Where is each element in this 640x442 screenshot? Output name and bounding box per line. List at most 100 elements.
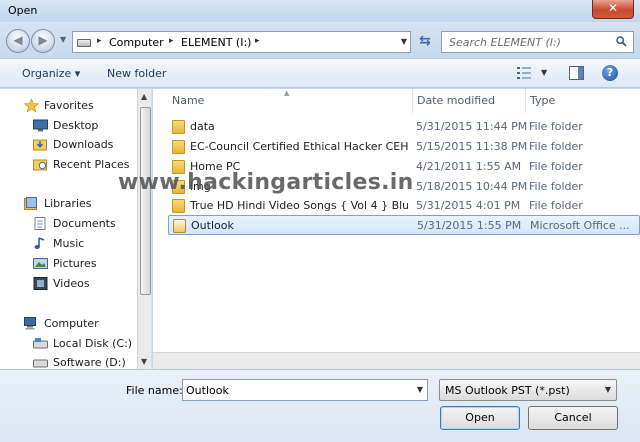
file-type: File folder: [529, 199, 583, 212]
breadcrumb-computer[interactable]: Computer: [109, 36, 164, 49]
nav-item-label: Downloads: [53, 138, 114, 151]
nav-item-label: Videos: [53, 277, 90, 290]
downloads-icon: [33, 139, 47, 151]
scroll-up-icon[interactable]: ▲: [141, 92, 147, 101]
libraries-icon: [24, 197, 37, 210]
search-icon[interactable]: [616, 36, 627, 47]
address-bar[interactable]: ▸ Computer ▸ ELEMENT (I:) ▸ ▼: [72, 31, 411, 53]
breadcrumb-separator-icon[interactable]: ▸: [255, 36, 260, 46]
column-header-name[interactable]: Name: [153, 89, 413, 113]
column-header-label: Name: [172, 94, 205, 107]
recent-pages-dropdown[interactable]: ▼: [60, 35, 66, 44]
file-type-select[interactable]: MS Outlook PST (*.pst) ▼: [439, 379, 617, 401]
file-date: 5/18/2015 10:44 PM: [416, 180, 528, 193]
nav-item-label: Computer: [44, 317, 99, 330]
file-list-horizontal-scrollbar[interactable]: [153, 352, 640, 369]
help-icon[interactable]: ?: [602, 65, 618, 81]
scroll-down-icon[interactable]: ▼: [141, 357, 147, 366]
nav-item-label: Libraries: [44, 197, 92, 210]
file-row-ec-council[interactable]: EC-Council Certified Ethical Hacker CEH …: [168, 137, 640, 157]
file-row-outlook[interactable]: Outlook 5/31/2015 1:55 PM Microsoft Offi…: [168, 215, 640, 235]
breadcrumb-element-drive[interactable]: ELEMENT (I:): [181, 36, 251, 49]
file-date: 5/31/2015 1:55 PM: [417, 219, 522, 232]
computer-icon: [24, 317, 36, 330]
back-arrow-icon: ◀: [13, 33, 23, 47]
navigation-bar: ◀ ▶ ▼ ▸ Computer ▸ ELEMENT (I:) ▸ ▼ ⇆ Se…: [0, 22, 640, 58]
folder-icon: [172, 120, 185, 134]
folder-icon: [172, 140, 185, 154]
column-header-type[interactable]: Type: [526, 89, 640, 113]
change-view-icon[interactable]: [517, 67, 531, 79]
nav-item-label: Documents: [53, 217, 116, 230]
desktop-icon: [33, 119, 48, 132]
watermark: www.hackingarticles.in: [118, 170, 414, 195]
file-name: data: [190, 120, 215, 133]
column-header-label: Type: [530, 94, 556, 107]
forward-button[interactable]: ▶: [31, 29, 55, 53]
cancel-button[interactable]: Cancel: [528, 406, 618, 430]
outlook-pst-icon: [173, 219, 186, 233]
star-icon: [24, 99, 39, 112]
back-button[interactable]: ◀: [6, 29, 30, 53]
documents-icon: [34, 217, 46, 230]
nav-item-label: Desktop: [53, 119, 99, 132]
refresh-icon: ⇆: [419, 33, 431, 49]
file-type-dropdown-icon[interactable]: ▼: [605, 385, 611, 394]
file-name-label: File name:: [126, 384, 183, 397]
music-icon: [34, 237, 45, 249]
nav-pane-scrollbar[interactable]: ▲ ▼: [137, 89, 151, 369]
command-toolbar: Organize ▾ New folder ▼ ?: [0, 58, 640, 88]
file-type: File folder: [529, 180, 583, 193]
file-type: File folder: [529, 140, 583, 153]
drive-icon: [77, 39, 91, 47]
scrollbar-thumb[interactable]: [140, 107, 151, 295]
close-button[interactable]: ✕: [592, 0, 634, 19]
videos-icon: [33, 277, 48, 290]
file-name: True HD Hindi Video Songs { Vol 4 } Blur…: [190, 199, 408, 212]
breadcrumb-separator-icon[interactable]: ▸: [97, 36, 102, 46]
pictures-icon: [33, 258, 48, 269]
file-date: 5/15/2015 11:38 PM: [416, 140, 528, 153]
nav-item-label: Software (D:): [53, 356, 126, 369]
file-date: 5/31/2015 11:44 PM: [416, 120, 528, 133]
folder-icon: [172, 199, 185, 213]
file-type-value: MS Outlook PST (*.pst): [445, 384, 570, 397]
title-bar: Open ✕: [0, 0, 640, 22]
column-header-date-modified[interactable]: Date modified: [413, 89, 526, 113]
drive-icon: [33, 359, 48, 368]
nav-item-label: Pictures: [53, 257, 97, 270]
file-type: File folder: [529, 120, 583, 133]
file-name-combobox[interactable]: ▼: [182, 379, 428, 401]
file-list: Name ▲ Date modified Type data 5/31/2015…: [153, 89, 640, 369]
view-options-dropdown[interactable]: ▼: [541, 68, 547, 77]
file-name-dropdown-icon[interactable]: ▼: [417, 385, 423, 394]
file-date: 5/31/2015 4:01 PM: [416, 199, 521, 212]
file-name-input[interactable]: [186, 382, 406, 398]
file-name: Outlook: [191, 219, 234, 232]
breadcrumb-separator-icon[interactable]: ▸: [169, 36, 174, 46]
dialog-footer: File name: ▼ MS Outlook PST (*.pst) ▼ Op…: [0, 369, 640, 442]
sort-ascending-icon: ▲: [284, 89, 290, 97]
column-header-label: Date modified: [417, 94, 495, 107]
nav-item-label: Favorites: [44, 99, 94, 112]
file-type: Microsoft Office ...: [530, 219, 630, 232]
file-row-data[interactable]: data 5/31/2015 11:44 PM File folder: [168, 117, 640, 137]
preview-pane-icon[interactable]: [569, 66, 584, 80]
organize-button[interactable]: Organize ▾: [22, 67, 80, 80]
open-button[interactable]: Open: [440, 406, 520, 430]
drive-icon: [33, 338, 48, 349]
window-title: Open: [8, 4, 38, 17]
forward-arrow-icon: ▶: [38, 33, 48, 47]
new-folder-button[interactable]: New folder: [107, 67, 166, 80]
recent-places-icon: [33, 159, 47, 171]
file-date: 4/21/2011 1:55 AM: [416, 160, 522, 173]
nav-item-label: Local Disk (C:): [53, 337, 133, 350]
file-name: EC-Council Certified Ethical Hacker CEH …: [190, 140, 408, 153]
nav-item-label: Music: [53, 237, 85, 250]
refresh-button[interactable]: ⇆: [413, 31, 437, 53]
file-row-video-songs[interactable]: True HD Hindi Video Songs { Vol 4 } Blur…: [168, 196, 640, 216]
search-box[interactable]: Search ELEMENT (I:): [441, 31, 634, 53]
navigation-pane: Favorites Desktop Downloads Recent Place…: [0, 89, 152, 369]
search-input[interactable]: Search ELEMENT (I:): [449, 36, 561, 49]
address-dropdown-icon[interactable]: ▼: [401, 37, 407, 46]
